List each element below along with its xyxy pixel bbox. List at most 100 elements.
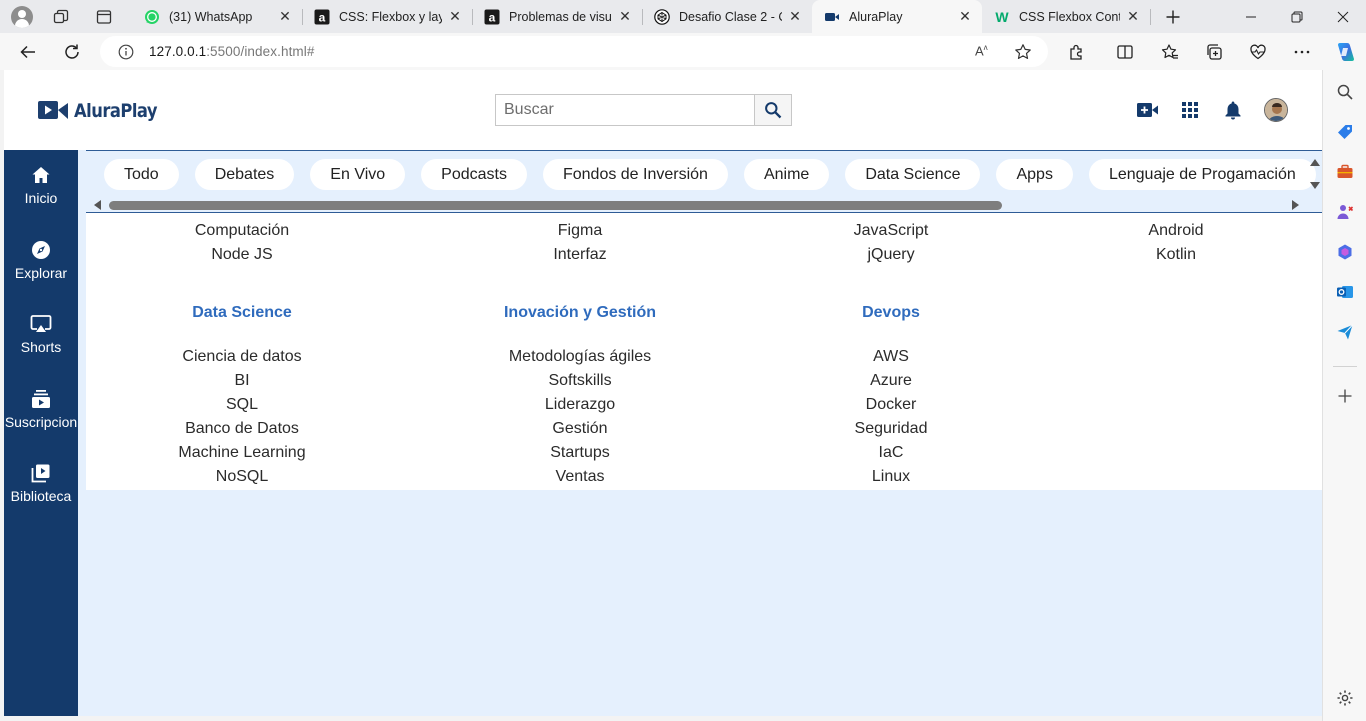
scroll-down-arrow-icon[interactable]	[1310, 182, 1320, 189]
svg-text:a: a	[319, 10, 326, 24]
category-link[interactable]: SQL	[92, 393, 392, 417]
chip-en-vivo[interactable]: En Vivo	[310, 159, 406, 190]
chip-debates[interactable]: Debates	[194, 159, 295, 190]
nav-item-shorts[interactable]: Shorts	[4, 313, 78, 355]
category-heading[interactable]: Inovación y Gestión	[430, 301, 730, 325]
refresh-button[interactable]	[57, 37, 87, 67]
search-input[interactable]	[496, 95, 755, 125]
tab-actions-button[interactable]	[82, 0, 126, 33]
search-bar	[495, 94, 792, 126]
category-link[interactable]: Banco de Datos	[92, 417, 392, 441]
category-link[interactable]: Figma	[430, 219, 730, 243]
sidebar-settings-gear-icon[interactable]	[1335, 688, 1355, 708]
close-tab-icon[interactable]: ✕	[618, 8, 632, 24]
category-link[interactable]: Interfaz	[430, 243, 730, 267]
category-link[interactable]: Kotlin	[1026, 243, 1322, 267]
category-link[interactable]: NoSQL	[92, 465, 392, 489]
category-link[interactable]: Machine Learning	[92, 441, 392, 465]
shopping-tag-icon[interactable]	[1335, 122, 1355, 142]
send-icon[interactable]	[1335, 322, 1355, 342]
category-link[interactable]: Gestión	[430, 417, 730, 441]
workspaces-button[interactable]	[40, 0, 82, 33]
category-link[interactable]: Linux	[741, 465, 1041, 489]
category-heading[interactable]: Data Science	[92, 301, 392, 325]
category-link[interactable]: Azure	[741, 369, 1041, 393]
category-heading[interactable]: Devops	[741, 301, 1041, 325]
browser-tab-0[interactable]: (31) WhatsApp ✕	[132, 0, 302, 33]
games-icon[interactable]	[1335, 202, 1355, 222]
copilot-button[interactable]	[1330, 37, 1360, 67]
sidebar-search-icon[interactable]	[1335, 82, 1355, 102]
profile-button[interactable]	[2, 0, 42, 33]
nav-item-explorar[interactable]: Explorar	[4, 239, 78, 281]
category-link[interactable]: Android	[1026, 219, 1322, 243]
category-link[interactable]: Startups	[430, 441, 730, 465]
search-button[interactable]	[754, 95, 791, 125]
toolbox-icon[interactable]	[1335, 162, 1355, 182]
chip-apps[interactable]: Apps	[996, 159, 1073, 190]
favorite-star-icon[interactable]	[1014, 43, 1032, 61]
nav-item-biblioteca[interactable]: Biblioteca	[4, 462, 78, 504]
user-avatar[interactable]	[1264, 98, 1288, 122]
close-tab-icon[interactable]: ✕	[278, 8, 292, 24]
upload-video-button[interactable]	[1137, 99, 1159, 121]
category-link[interactable]: Computación	[92, 219, 392, 243]
category-link[interactable]: Ciencia de datos	[92, 345, 392, 369]
category-link[interactable]: Ventas	[430, 465, 730, 489]
split-screen-button[interactable]	[1110, 37, 1140, 67]
minimize-button[interactable]	[1228, 0, 1274, 33]
chip-podcasts[interactable]: Podcasts	[421, 159, 527, 190]
chip-vertical-scrollbar[interactable]	[1306, 151, 1322, 198]
add-sidebar-app-icon[interactable]	[1335, 386, 1355, 406]
category-link[interactable]: Softskills	[430, 369, 730, 393]
scroll-right-arrow-icon[interactable]	[1292, 200, 1299, 210]
close-window-button[interactable]	[1320, 0, 1366, 33]
nav-label: Biblioteca	[10, 488, 72, 504]
nav-item-inicio[interactable]: Inicio	[4, 164, 78, 206]
browser-tab-3[interactable]: Desafio Clase 2 - Cu ✕	[642, 0, 812, 33]
chip-fondos-de-inversion[interactable]: Fondos de Inversión	[542, 159, 728, 190]
close-tab-icon[interactable]: ✕	[788, 8, 802, 24]
new-tab-button[interactable]	[1150, 0, 1196, 33]
collections-button[interactable]	[1199, 37, 1229, 67]
nav-item-suscripcion[interactable]: Suscripcion	[4, 388, 78, 430]
scroll-up-arrow-icon[interactable]	[1310, 159, 1320, 166]
scrollbar-thumb[interactable]	[109, 201, 1002, 210]
url-field[interactable]: 127.0.0.1:5500/index.html# Aʌ	[100, 36, 1048, 67]
favorites-button[interactable]	[1155, 37, 1185, 67]
category-link[interactable]: Seguridad	[741, 417, 1041, 441]
chip-todo[interactable]: Todo	[104, 159, 179, 190]
back-button[interactable]	[13, 37, 43, 67]
scroll-left-arrow-icon[interactable]	[94, 200, 101, 210]
microsoft365-icon[interactable]	[1335, 242, 1355, 262]
category-link[interactable]: AWS	[741, 345, 1041, 369]
category-link[interactable]: JavaScript	[741, 219, 1041, 243]
restore-button[interactable]	[1274, 0, 1320, 33]
site-logo[interactable]: AluraPlay	[38, 100, 171, 122]
chip-horizontal-scrollbar[interactable]	[86, 196, 1304, 212]
chip-lenguaje-de-programacion[interactable]: Lenguaje de Progamación	[1088, 159, 1316, 190]
category-link[interactable]: jQuery	[741, 243, 1041, 267]
category-link[interactable]: Docker	[741, 393, 1041, 417]
category-link[interactable]: Liderazgo	[430, 393, 730, 417]
browser-tab-5[interactable]: W CSS Flexbox Contai ✕	[982, 0, 1150, 33]
settings-more-button[interactable]	[1287, 37, 1317, 67]
chip-anime[interactable]: Anime	[743, 159, 830, 190]
category-link[interactable]: Metodologías ágiles	[430, 345, 730, 369]
category-link[interactable]: Node JS	[92, 243, 392, 267]
browser-essentials-button[interactable]	[1243, 37, 1273, 67]
apps-grid-button[interactable]	[1179, 99, 1201, 121]
browser-tab-1[interactable]: a CSS: Flexbox y layou ✕	[302, 0, 472, 33]
outlook-icon[interactable]	[1335, 282, 1355, 302]
browser-tab-2[interactable]: a Problemas de visual ✕	[472, 0, 642, 33]
chip-data-science[interactable]: Data Science	[845, 159, 981, 190]
extensions-button[interactable]	[1062, 37, 1092, 67]
category-link[interactable]: BI	[92, 369, 392, 393]
close-tab-icon[interactable]: ✕	[448, 8, 462, 24]
close-tab-icon[interactable]: ✕	[1126, 8, 1140, 24]
close-tab-icon[interactable]: ✕	[958, 8, 972, 24]
browser-tab-4[interactable]: AluraPlay ✕	[812, 0, 982, 33]
category-link[interactable]: IaC	[741, 441, 1041, 465]
notifications-button[interactable]	[1222, 99, 1244, 121]
read-aloud-icon[interactable]: Aʌ	[975, 43, 988, 58]
